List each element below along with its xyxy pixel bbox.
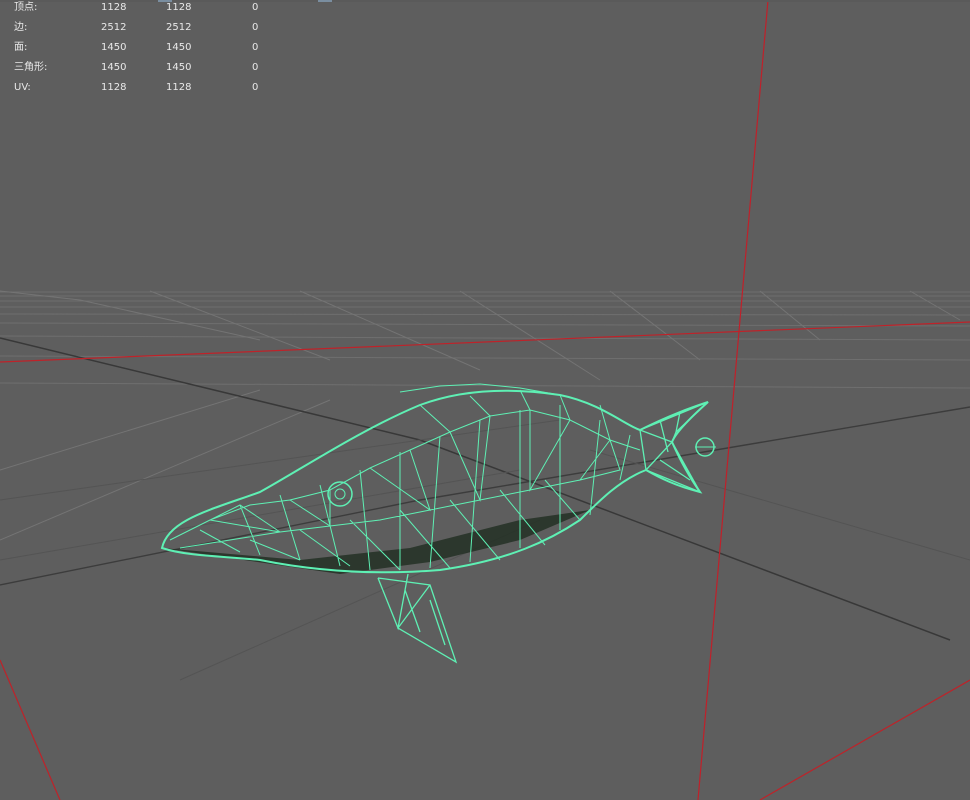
hud-value-component: 0: [252, 62, 259, 73]
hud-value-selected: 2512: [166, 22, 192, 33]
hud-value-selected: 1450: [166, 42, 192, 53]
hud-value-object: 1450: [101, 42, 127, 53]
grid-dark-cross-axis: [0, 406, 970, 586]
hud-value-component: 0: [252, 82, 259, 93]
ground-grid: [0, 290, 970, 681]
hud-label: 边:: [14, 22, 28, 33]
hud-value-object: 2512: [101, 22, 127, 33]
hud-value-component: 0: [252, 2, 259, 13]
hud-label: 三角形:: [14, 62, 48, 73]
hud-value-object: 1128: [101, 2, 127, 13]
toolbar-tab-left[interactable]: [158, 0, 172, 2]
red-axis-horizontal: [0, 321, 970, 363]
fish-eye-ring[interactable]: [327, 481, 353, 507]
hud-value-component: 0: [252, 22, 259, 33]
hud-label: 顶点:: [14, 2, 38, 13]
world-axes: [0, 0, 970, 800]
fish-body-shadow: [162, 510, 590, 574]
hud-value-object: 1128: [101, 82, 127, 93]
hud-value-object: 1450: [101, 62, 127, 73]
hud-label: UV:: [14, 82, 31, 93]
red-axis-vertical: [697, 0, 769, 800]
3d-viewport[interactable]: 顶点: 1128 1128 0 边: 2512 2512 0 面: 1450 1…: [0, 0, 970, 800]
viewport-top-edge: [0, 0, 970, 2]
toolbar-tab-right[interactable]: [318, 0, 332, 2]
fish-wireframe-mesh[interactable]: [160, 383, 716, 664]
hud-label: 面:: [14, 42, 28, 53]
hud-value-selected: 1128: [166, 82, 192, 93]
hud-value-component: 0: [252, 42, 259, 53]
red-axis-lower-left: [0, 659, 61, 800]
red-axis-lower-right: [759, 679, 970, 800]
hud-value-selected: 1450: [166, 62, 192, 73]
fish-mesh-lines: [169, 389, 641, 571]
hud-value-selected: 1128: [166, 2, 192, 13]
scene-canvas[interactable]: [0, 0, 970, 800]
fish-eye-inner: [334, 488, 346, 500]
